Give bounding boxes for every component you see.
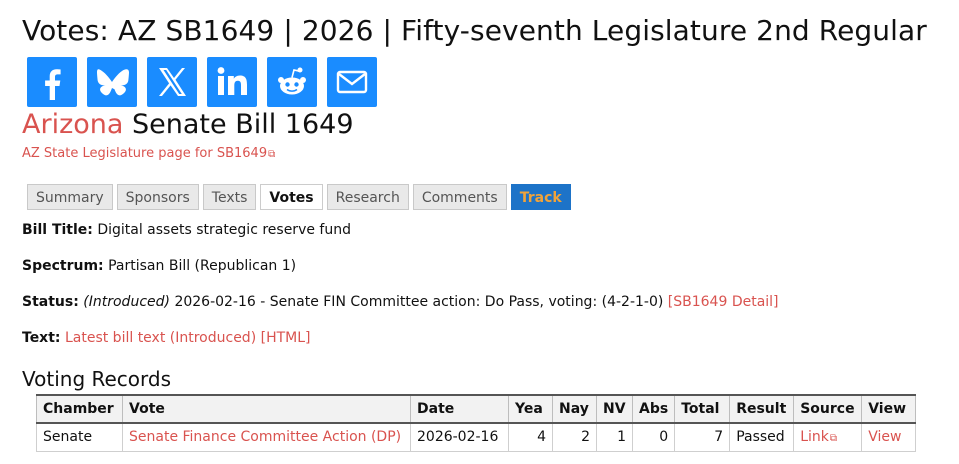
tab-sponsors[interactable]: Sponsors (116, 184, 199, 210)
tab-research[interactable]: Research (326, 184, 409, 210)
cell-yea: 4 (508, 422, 553, 452)
spectrum-field: Spectrum: Partisan Bill (Republican 1) (22, 258, 296, 274)
cell-date: 2026-02-16 (410, 422, 509, 452)
track-button[interactable]: Track (510, 184, 571, 210)
vote-link[interactable]: Senate Finance Committee Action (DP) (129, 429, 401, 445)
source-link[interactable]: Link (800, 429, 829, 445)
cell-chamber: Senate (36, 422, 123, 452)
status-label: Status: (22, 294, 79, 310)
bill-tabs: Summary Sponsors Texts Votes Research Co… (27, 184, 571, 210)
voting-records-heading: Voting Records (22, 367, 172, 391)
column-header-yea: Yea (508, 394, 553, 424)
external-link-icon: ⧉ (829, 433, 838, 445)
share-reddit-button[interactable] (267, 57, 317, 107)
tab-votes[interactable]: Votes (260, 184, 323, 210)
spectrum-value: Partisan Bill (Republican 1) (108, 258, 297, 274)
status-text: 2026-02-16 - Senate FIN Committee action… (174, 294, 664, 310)
email-icon (336, 70, 368, 94)
bill-heading: Arizona Senate Bill 1649 (22, 109, 354, 140)
reddit-icon (278, 67, 306, 95)
table-row: Senate Senate Finance Committee Action (… (36, 422, 917, 452)
column-header-nv: NV (596, 394, 633, 424)
cell-abs: 0 (631, 422, 676, 452)
share-bluesky-button[interactable] (87, 57, 137, 107)
column-header-vote: Vote (122, 394, 411, 424)
x-icon (159, 68, 186, 96)
bill-title-value: Digital assets strategic reserve fund (97, 222, 351, 238)
page-title: Votes: AZ SB1649 | 2026 | Fifty-seventh … (22, 14, 927, 47)
voting-records-table: Chamber Vote Date Yea Nay NV Abs Total R… (36, 394, 917, 452)
share-buttons (27, 57, 377, 107)
state-legislature-link[interactable]: AZ State Legislature page for SB1649 (22, 146, 267, 161)
column-header-date: Date (410, 394, 509, 424)
legislature-link-row: AZ State Legislature page for SB1649⧉ (22, 146, 275, 161)
cell-result: Passed (729, 422, 795, 452)
column-header-result: Result (729, 394, 795, 424)
cell-total: 7 (674, 422, 731, 452)
column-header-nay: Nay (552, 394, 597, 424)
bill-title-field: Bill Title: Digital assets strategic res… (22, 222, 351, 238)
tab-comments[interactable]: Comments (412, 184, 507, 210)
table-header-row: Chamber Vote Date Yea Nay NV Abs Total R… (36, 394, 917, 424)
status-field: Status: (Introduced) 2026-02-16 - Senate… (22, 294, 779, 310)
cell-nv: 1 (596, 422, 633, 452)
bluesky-icon (97, 69, 129, 96)
column-header-source: Source (793, 394, 863, 424)
spectrum-label: Spectrum: (22, 258, 104, 274)
linkedin-icon (217, 67, 247, 95)
text-field: Text: Latest bill text (Introduced) [HTM… (22, 330, 311, 346)
tab-texts[interactable]: Texts (202, 184, 257, 210)
external-link-icon: ⧉ (268, 149, 276, 160)
state-link[interactable]: Arizona (22, 109, 123, 140)
column-header-total: Total (674, 394, 731, 424)
view-link[interactable]: View (868, 429, 901, 445)
column-header-chamber: Chamber (36, 394, 123, 424)
share-linkedin-button[interactable] (207, 57, 257, 107)
latest-bill-text-link[interactable]: Latest bill text (Introduced) [HTML] (65, 330, 311, 346)
share-email-button[interactable] (327, 57, 377, 107)
bill-title-label: Bill Title: (22, 222, 93, 238)
facebook-icon (45, 69, 61, 100)
column-header-abs: Abs (631, 394, 676, 424)
bill-detail-link[interactable]: [SB1649 Detail] (668, 294, 779, 310)
cell-nay: 2 (552, 422, 597, 452)
column-header-view: View (861, 394, 917, 424)
tab-summary[interactable]: Summary (27, 184, 113, 210)
bill-name: Senate Bill 1649 (132, 109, 354, 140)
status-stage: (Introduced) (83, 294, 170, 310)
share-facebook-button[interactable] (27, 57, 77, 107)
text-label: Text: (22, 330, 61, 346)
share-x-button[interactable] (147, 57, 197, 107)
